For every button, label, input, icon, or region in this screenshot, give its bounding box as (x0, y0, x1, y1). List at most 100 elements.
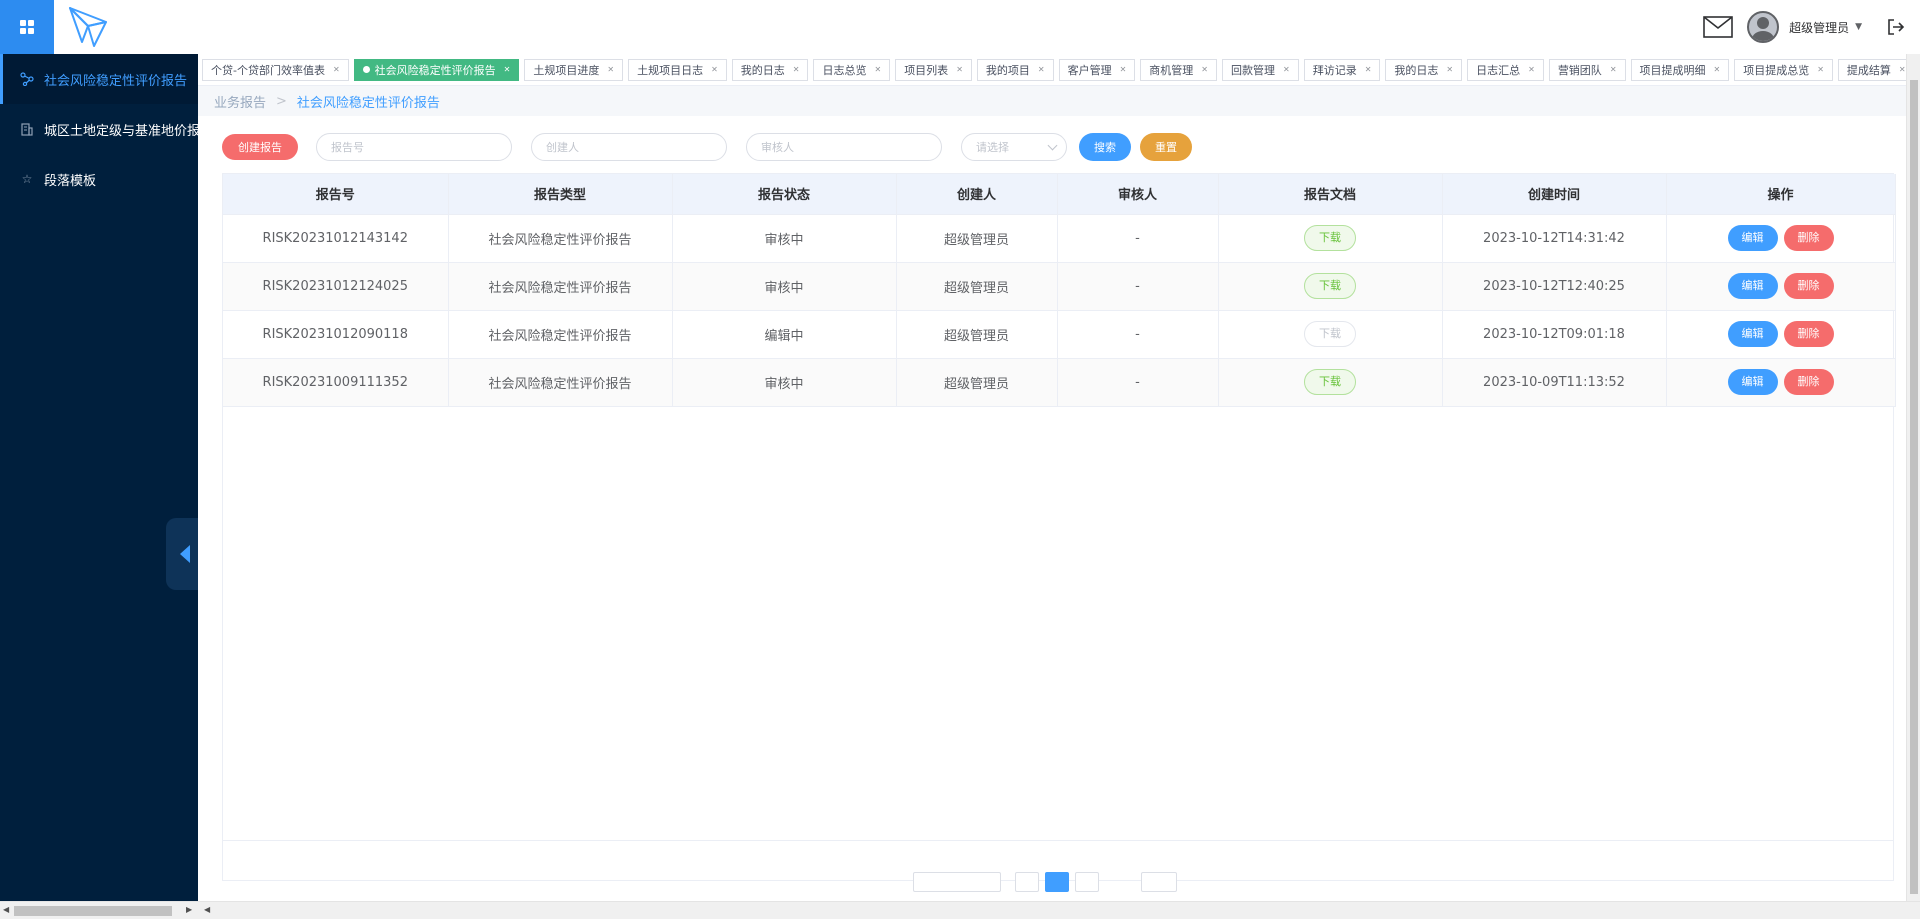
tab-item[interactable]: 我的日志 ✕ (1385, 58, 1463, 81)
edit-button[interactable]: 编辑 (1727, 273, 1778, 299)
breadcrumb: 业务报告 > 社会风险稳定性评价报告 (198, 86, 1920, 116)
top-bar: 超级管理员 ▼ (0, 0, 1920, 54)
close-icon[interactable]: ✕ (1714, 65, 1721, 74)
search-button[interactable]: 搜索 (1079, 133, 1131, 161)
report-status-cell: 编辑中 (672, 310, 897, 359)
tab-item[interactable]: 商机管理 ✕ (1140, 58, 1217, 81)
tab-item[interactable]: 个贷-个贷部门效率值表 ✕ (202, 58, 349, 81)
close-icon[interactable]: ✕ (504, 65, 511, 74)
tab-item[interactable]: 项目提成总览 ✕ (1734, 58, 1833, 81)
close-icon[interactable]: ✕ (1528, 65, 1535, 74)
reviewer-input[interactable]: 审核人 (746, 133, 942, 161)
chevron-down-icon[interactable]: ▼ (1855, 22, 1862, 32)
tab-item[interactable]: 土规项目日志 ✕ (628, 58, 727, 81)
tab-item[interactable]: 土规项目进度 ✕ (524, 58, 624, 81)
creator-cell: 超级管理员 (896, 262, 1058, 311)
close-icon[interactable]: ✕ (1201, 65, 1208, 74)
vertical-scrollbar[interactable] (1906, 54, 1920, 901)
create-report-button[interactable]: 创建报告 (222, 134, 298, 160)
delete-button[interactable]: 删除 (1783, 369, 1834, 395)
tab-item[interactable]: 我的日志 ✕ (731, 58, 809, 81)
mail-icon[interactable] (1703, 16, 1733, 38)
close-icon[interactable]: ✕ (711, 65, 718, 74)
close-icon[interactable]: ✕ (1365, 65, 1372, 74)
tab-item[interactable]: 日志总览 ✕ (813, 58, 891, 81)
scrollbar-thumb[interactable] (14, 906, 172, 916)
created-time-cell: 2023-10-12T12:40:25 (1442, 262, 1667, 311)
breadcrumb-parent[interactable]: 业务报告 (214, 92, 266, 111)
close-icon[interactable]: ✕ (1120, 65, 1127, 74)
tab-item[interactable]: 项目提成明细 ✕ (1630, 58, 1730, 81)
close-icon[interactable]: ✕ (874, 65, 881, 74)
report-type-cell: 社会风险稳定性评价报告 (448, 358, 673, 407)
logout-icon[interactable] (1886, 17, 1906, 37)
edit-button[interactable]: 编辑 (1727, 321, 1778, 347)
tab-item[interactable]: 日志汇总 ✕ (1467, 58, 1544, 81)
close-icon[interactable]: ✕ (607, 65, 614, 74)
sidebar-item-land-grading[interactable]: 城区土地定级与基准地价报 (0, 104, 198, 154)
close-icon[interactable]: ✕ (1610, 65, 1617, 74)
filter-bar: 创建报告 报告号 创建人 审核人 请选择 搜索 重置 (222, 133, 1192, 161)
report-status-cell: 审核中 (672, 214, 897, 263)
tab-label: 回款管理 (1231, 63, 1275, 77)
close-icon[interactable]: ✕ (1283, 65, 1290, 74)
scroll-right-icon[interactable]: ▶ (186, 905, 192, 914)
next-page-button[interactable] (1075, 872, 1099, 892)
username[interactable]: 超级管理员 (1789, 19, 1849, 36)
delete-button[interactable]: 删除 (1783, 273, 1834, 299)
scroll-left-icon[interactable]: ◀ (3, 905, 9, 914)
column-header: 操作 (1666, 174, 1896, 215)
document-cell: 下载 (1218, 358, 1443, 407)
scroll-left-icon[interactable]: ◀ (204, 905, 210, 914)
chevron-down-icon (1047, 140, 1058, 150)
close-icon[interactable]: ✕ (1899, 65, 1906, 74)
breadcrumb-separator: > (276, 93, 287, 109)
page-button-active[interactable] (1045, 872, 1069, 892)
tab-item[interactable]: 营销团队 ✕ (1548, 58, 1626, 81)
tab-item[interactable]: 社会风险稳定性评价报告 ✕ (353, 58, 520, 81)
download-button[interactable]: 下载 (1304, 369, 1356, 395)
page-size-select[interactable] (913, 872, 1001, 892)
close-icon[interactable]: ✕ (1446, 65, 1453, 74)
tab-item[interactable]: 我的项目 ✕ (976, 58, 1054, 81)
page-jump-input[interactable] (1141, 872, 1177, 892)
close-icon[interactable]: ✕ (793, 65, 800, 74)
sidebar-collapse-button[interactable] (166, 518, 198, 590)
edit-button[interactable]: 编辑 (1727, 369, 1778, 395)
tab-item[interactable]: 客户管理 ✕ (1058, 58, 1136, 81)
tab-item[interactable]: 提成结算 ✕ (1837, 58, 1915, 81)
triangle-left-icon (180, 545, 190, 563)
tab-label: 日志总览 (822, 63, 867, 77)
scrollbar-thumb[interactable] (1910, 80, 1918, 894)
tab-item[interactable]: 拜访记录 ✕ (1303, 58, 1381, 81)
creator-input[interactable]: 创建人 (531, 133, 727, 161)
delete-button[interactable]: 删除 (1783, 321, 1834, 347)
edit-button[interactable]: 编辑 (1727, 225, 1778, 251)
tab-item[interactable]: 项目列表 ✕ (895, 58, 972, 81)
reset-button[interactable]: 重置 (1140, 133, 1192, 161)
report-no-input[interactable]: 报告号 (316, 133, 512, 161)
download-button[interactable]: 下载 (1304, 273, 1356, 299)
sidebar-item-paragraph-template[interactable]: ☆ 段落模板 (0, 154, 198, 204)
download-button[interactable]: 下载 (1304, 225, 1356, 251)
sidebar-item-risk-report[interactable]: 社会风险稳定性评价报告 (0, 54, 198, 104)
sidebar-item-label: 段落模板 (44, 173, 97, 189)
column-header: 报告号 (223, 174, 449, 215)
app-grid-button[interactable] (0, 0, 54, 54)
column-header: 审核人 (1057, 174, 1219, 215)
prev-page-button[interactable] (1015, 872, 1039, 892)
close-icon[interactable]: ✕ (1817, 65, 1824, 74)
actions-cell: 编辑 删除 (1666, 262, 1896, 311)
report-no-cell: RISK20231012143142 (223, 214, 449, 263)
column-header: 创建人 (896, 174, 1058, 215)
horizontal-scrollbar[interactable]: ◀ ▶ ◀ (0, 901, 1920, 919)
close-icon[interactable]: ✕ (333, 65, 340, 74)
tab-item[interactable]: 回款管理 ✕ (1222, 58, 1299, 81)
avatar[interactable] (1747, 11, 1780, 43)
close-icon[interactable]: ✕ (956, 65, 963, 74)
close-icon[interactable]: ✕ (1038, 65, 1045, 74)
status-select[interactable]: 请选择 (961, 133, 1067, 161)
tab-label: 社会风险稳定性评价报告 (374, 63, 496, 77)
download-button[interactable]: 下载 (1304, 321, 1356, 347)
delete-button[interactable]: 删除 (1783, 225, 1834, 251)
